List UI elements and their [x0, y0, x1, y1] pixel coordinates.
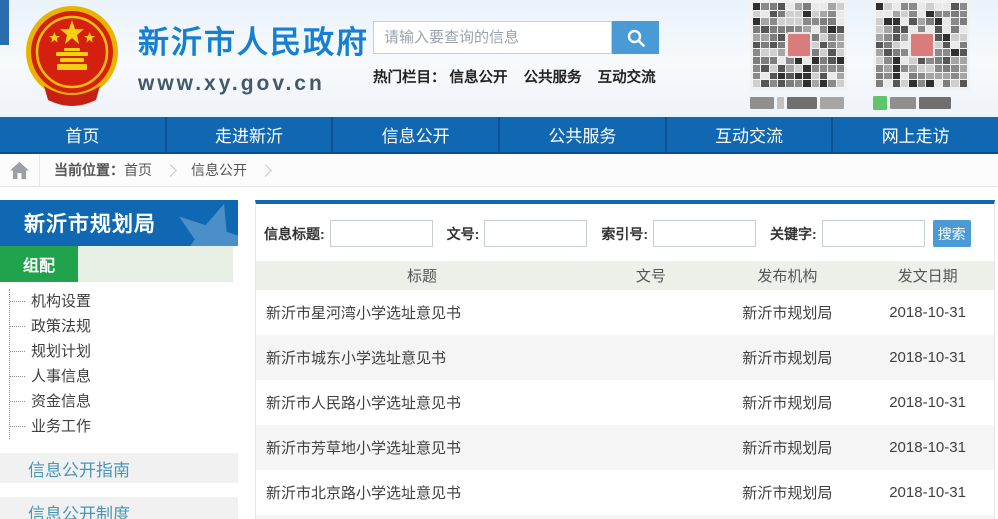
doc-title-link[interactable]: 新沂市北京路小学选址意见书 — [256, 470, 588, 515]
site-header: 新沂市人民政府 www.xy.gov.cn 热门栏目： 信息公开 公共服务 互动… — [0, 0, 998, 117]
doc-number — [588, 470, 713, 515]
doc-title-link[interactable]: 新沂市星河湾小学选址意见书 — [256, 290, 588, 335]
document-table: 标题 文号 发布机构 发文日期 新沂市星河湾小学选址意见书 新沂市规划局 201… — [256, 261, 994, 515]
doc-number — [588, 335, 713, 380]
qr-caption-left — [750, 95, 847, 110]
national-emblem-icon — [26, 6, 118, 106]
doc-title-link[interactable]: 新沂市芳草地小学选址意见书 — [256, 425, 588, 470]
filter-label-docno: 文号: — [446, 225, 480, 242]
sidebar-title: 新沂市规划局 — [24, 213, 156, 236]
table-row-partial — [256, 515, 994, 519]
qr-code-right — [873, 0, 970, 90]
site-title: 新沂市人民政府 — [138, 24, 369, 60]
table-header-row: 标题 文号 发布机构 发文日期 — [256, 261, 994, 290]
sidebar-section-guide[interactable]: 信息公开指南 — [0, 453, 238, 483]
nav-item-home[interactable]: 首页 — [0, 117, 167, 152]
doc-date: 2018-10-31 — [889, 484, 966, 501]
sidebar-tab-zupei[interactable]: 组配 — [0, 246, 78, 282]
col-org: 发布机构 — [713, 261, 862, 290]
wechat-icon — [873, 95, 887, 110]
col-title: 标题 — [256, 261, 589, 290]
doc-org: 新沂市规划局 — [742, 395, 833, 412]
doc-date: 2018-10-31 — [889, 439, 966, 456]
col-date: 发文日期 — [861, 261, 994, 290]
magnifier-icon — [627, 29, 645, 47]
doc-date: 2018-10-31 — [889, 304, 966, 321]
filter-input-docno[interactable] — [484, 220, 588, 247]
breadcrumb-home[interactable]: 首页 — [124, 160, 152, 180]
doc-title-link[interactable]: 新沂市人民路小学选址意见书 — [256, 380, 588, 425]
header-search-zone: 热门栏目： 信息公开 公共服务 互动交流 — [373, 21, 663, 87]
filter-label-title: 信息标题: — [264, 225, 325, 242]
qr-code-zone — [750, 0, 970, 110]
filter-input-keyword[interactable] — [821, 220, 925, 247]
doc-org: 新沂市规划局 — [742, 485, 833, 502]
breadcrumb: 当前位置： 首页 信息公开 — [0, 154, 998, 187]
sidebar-item-business[interactable]: 业务工作 — [10, 414, 238, 439]
star-decoration-icon — [178, 203, 238, 246]
home-icon-button[interactable] — [0, 154, 40, 186]
sidebar-tree: 机构设置 政策法规 规划计划 人事信息 资金信息 业务工作 — [9, 289, 238, 439]
doc-org: 新沂市规划局 — [742, 305, 833, 322]
sidebar-item-hr[interactable]: 人事信息 — [10, 364, 238, 389]
doc-number — [588, 425, 713, 470]
doc-number — [588, 380, 713, 425]
sidebar-item-funds[interactable]: 资金信息 — [10, 389, 238, 414]
sidebar-section-system[interactable]: 信息公开制度 — [0, 497, 238, 519]
table-row: 新沂市芳草地小学选址意见书 新沂市规划局 2018-10-31 — [256, 425, 994, 470]
main-nav: 首页 走进新沂 信息公开 公共服务 互动交流 网上走访 — [0, 117, 998, 154]
site-url: www.xy.gov.cn — [138, 71, 325, 95]
home-icon — [10, 161, 29, 179]
table-row: 新沂市北京路小学选址意见书 新沂市规划局 2018-10-31 — [256, 470, 994, 515]
sidebar-item-plan[interactable]: 规划计划 — [10, 339, 238, 364]
table-row: 新沂市城东小学选址意见书 新沂市规划局 2018-10-31 — [256, 335, 994, 380]
table-row: 新沂市人民路小学选址意见书 新沂市规划局 2018-10-31 — [256, 380, 994, 425]
nav-item-service[interactable]: 公共服务 — [500, 117, 667, 152]
sidebar: 新沂市规划局 组配 机构设置 政策法规 规划计划 人事信息 资金信息 业务工作 … — [0, 200, 238, 519]
hot-link-info[interactable]: 信息公开 — [450, 70, 508, 86]
nav-item-visit[interactable]: 网上走访 — [833, 117, 998, 152]
doc-org: 新沂市规划局 — [742, 440, 833, 457]
doc-title-link[interactable]: 新沂市城东小学选址意见书 — [256, 335, 588, 380]
hot-links-label: 热门栏目： — [373, 70, 446, 86]
table-row: 新沂市星河湾小学选址意见书 新沂市规划局 2018-10-31 — [256, 290, 994, 335]
chevron-right-icon — [259, 163, 272, 177]
content-area: 新沂市规划局 组配 机构设置 政策法规 规划计划 人事信息 资金信息 业务工作 … — [0, 187, 998, 519]
search-button[interactable] — [612, 21, 659, 54]
filter-input-index[interactable] — [653, 220, 757, 247]
sidebar-tab-row: 组配 — [0, 246, 233, 282]
doc-date: 2018-10-31 — [889, 394, 966, 411]
filter-search-button[interactable]: 搜索 — [932, 220, 971, 247]
filter-label-index: 索引号: — [601, 225, 649, 242]
breadcrumb-info[interactable]: 信息公开 — [191, 160, 247, 180]
col-docno: 文号 — [588, 261, 714, 290]
main-panel: 信息标题: 文号: 索引号: 关键字: 搜索 标题 文号 发布机构 发文日期 新… — [255, 200, 995, 519]
hot-link-interact[interactable]: 互动交流 — [598, 70, 656, 86]
breadcrumb-prefix: 当前位置： — [54, 162, 124, 178]
nav-item-about[interactable]: 走进新沂 — [167, 117, 334, 152]
doc-org: 新沂市规划局 — [742, 350, 833, 367]
filter-label-keyword: 关键字: — [770, 225, 817, 242]
sidebar-item-org[interactable]: 机构设置 — [10, 289, 238, 314]
corner-decoration — [0, 0, 9, 45]
sidebar-item-policy[interactable]: 政策法规 — [10, 314, 238, 339]
filter-row: 信息标题: 文号: 索引号: 关键字: 搜索 — [256, 204, 994, 247]
nav-item-info[interactable]: 信息公开 — [333, 117, 501, 152]
hot-links-row: 热门栏目： 信息公开 公共服务 互动交流 — [373, 66, 663, 87]
doc-date: 2018-10-31 — [889, 349, 966, 366]
qr-code-left — [750, 0, 847, 90]
search-input[interactable] — [373, 21, 612, 54]
chevron-right-icon — [164, 163, 177, 177]
doc-number — [588, 290, 713, 335]
qr-caption-right — [873, 95, 970, 110]
nav-item-interact[interactable]: 互动交流 — [667, 117, 834, 152]
hot-link-service[interactable]: 公共服务 — [524, 70, 582, 86]
sidebar-header: 新沂市规划局 — [0, 200, 238, 246]
filter-input-title[interactable] — [329, 220, 433, 247]
sidebar-tab-rest — [78, 246, 233, 282]
site-logo-link[interactable]: 新沂市人民政府 www.xy.gov.cn — [24, 4, 369, 108]
